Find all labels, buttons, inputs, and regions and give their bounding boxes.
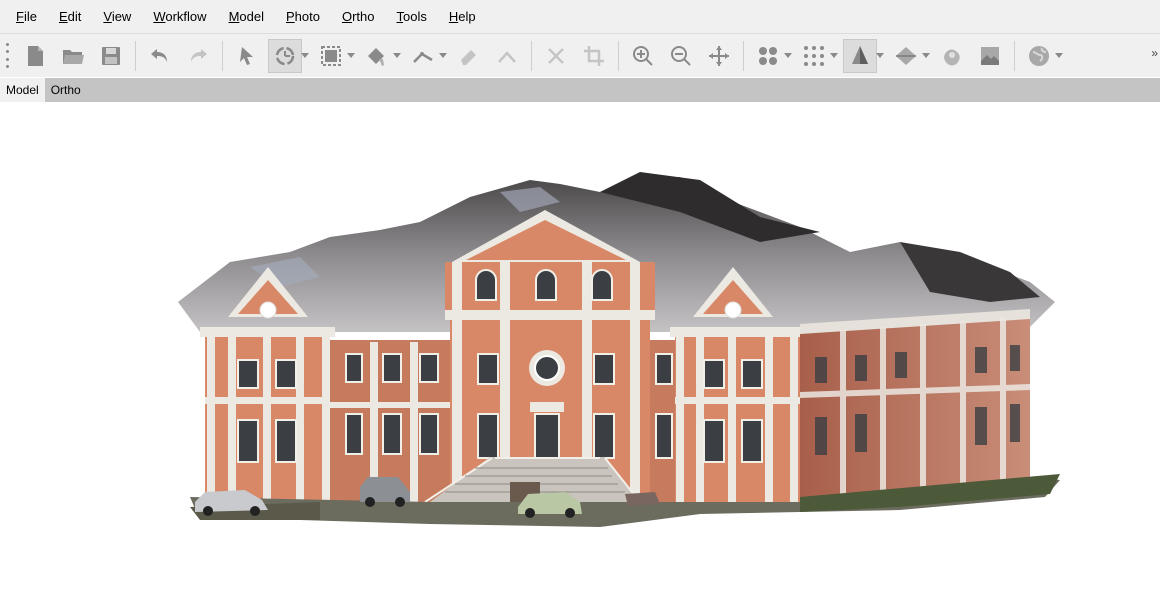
- orthomosaic-icon[interactable]: [973, 39, 1007, 73]
- menu-edit[interactable]: Edit: [51, 6, 89, 28]
- toolbar-separator: [743, 40, 744, 71]
- ruler-dropdown-icon[interactable]: [438, 39, 448, 73]
- tiled-model-icon[interactable]: [935, 39, 969, 73]
- undo-icon[interactable]: [143, 39, 177, 73]
- menu-file[interactable]: File: [8, 6, 45, 28]
- point-cloud-icon[interactable]: [751, 39, 785, 73]
- tab-ortho[interactable]: Ortho: [45, 78, 87, 102]
- save-icon[interactable]: [94, 39, 128, 73]
- menu-view[interactable]: View: [95, 6, 139, 28]
- menu-bar: File Edit View Workflow Model Photo Orth…: [0, 0, 1160, 33]
- dense-cloud-dropdown-icon[interactable]: [829, 39, 839, 73]
- toolbar-separator: [222, 40, 223, 71]
- menu-model[interactable]: Model: [221, 6, 272, 28]
- selection-dropdown-icon[interactable]: [346, 39, 356, 73]
- dense-cloud-icon[interactable]: [797, 39, 831, 73]
- rotate-dropdown-icon[interactable]: [300, 39, 310, 73]
- menu-ortho[interactable]: Ortho: [334, 6, 383, 28]
- toolbar-separator: [618, 40, 619, 71]
- draw-line-icon[interactable]: [490, 39, 524, 73]
- texture-dropdown-icon[interactable]: [921, 39, 931, 73]
- menu-photo[interactable]: Photo: [278, 6, 328, 28]
- new-document-icon[interactable]: [18, 39, 52, 73]
- toolbar-separator: [135, 40, 136, 71]
- model-dropdown-icon[interactable]: [875, 39, 885, 73]
- paint-selection-icon[interactable]: [360, 39, 394, 73]
- point-cloud-dropdown-icon[interactable]: [783, 39, 793, 73]
- model-viewport[interactable]: [0, 102, 1160, 615]
- textured-model-icon[interactable]: [889, 39, 923, 73]
- globe-dropdown-icon[interactable]: [1054, 39, 1064, 73]
- rotate-object-icon[interactable]: [268, 38, 302, 73]
- zoom-out-icon[interactable]: [664, 39, 698, 73]
- crop-icon[interactable]: [577, 39, 611, 73]
- delete-icon[interactable]: [539, 39, 573, 73]
- open-folder-icon[interactable]: [56, 39, 90, 73]
- menu-tools[interactable]: Tools: [389, 6, 435, 28]
- ruler-icon[interactable]: [406, 39, 440, 73]
- pointer-icon[interactable]: [230, 39, 264, 73]
- menu-workflow[interactable]: Workflow: [145, 6, 214, 28]
- toolbar-separator: [531, 40, 532, 71]
- toolbar-grip-icon[interactable]: [4, 42, 10, 69]
- textured-building-model: [178, 172, 1060, 527]
- paint-dropdown-icon[interactable]: [392, 39, 402, 73]
- reset-view-icon[interactable]: [702, 39, 736, 73]
- main-toolbar: »: [0, 33, 1160, 77]
- view-tabbar: Model Ortho: [0, 78, 1160, 102]
- menu-help[interactable]: Help: [441, 6, 484, 28]
- tab-model[interactable]: Model: [0, 78, 45, 102]
- shaded-model-icon[interactable]: [843, 38, 877, 73]
- eraser-icon[interactable]: [452, 39, 486, 73]
- globe-icon[interactable]: [1022, 39, 1056, 73]
- toolbar-overflow-icon[interactable]: »: [1151, 46, 1158, 60]
- toolbar-separator: [1014, 40, 1015, 71]
- zoom-in-icon[interactable]: [626, 39, 660, 73]
- rectangle-selection-icon[interactable]: [314, 39, 348, 73]
- redo-icon[interactable]: [181, 39, 215, 73]
